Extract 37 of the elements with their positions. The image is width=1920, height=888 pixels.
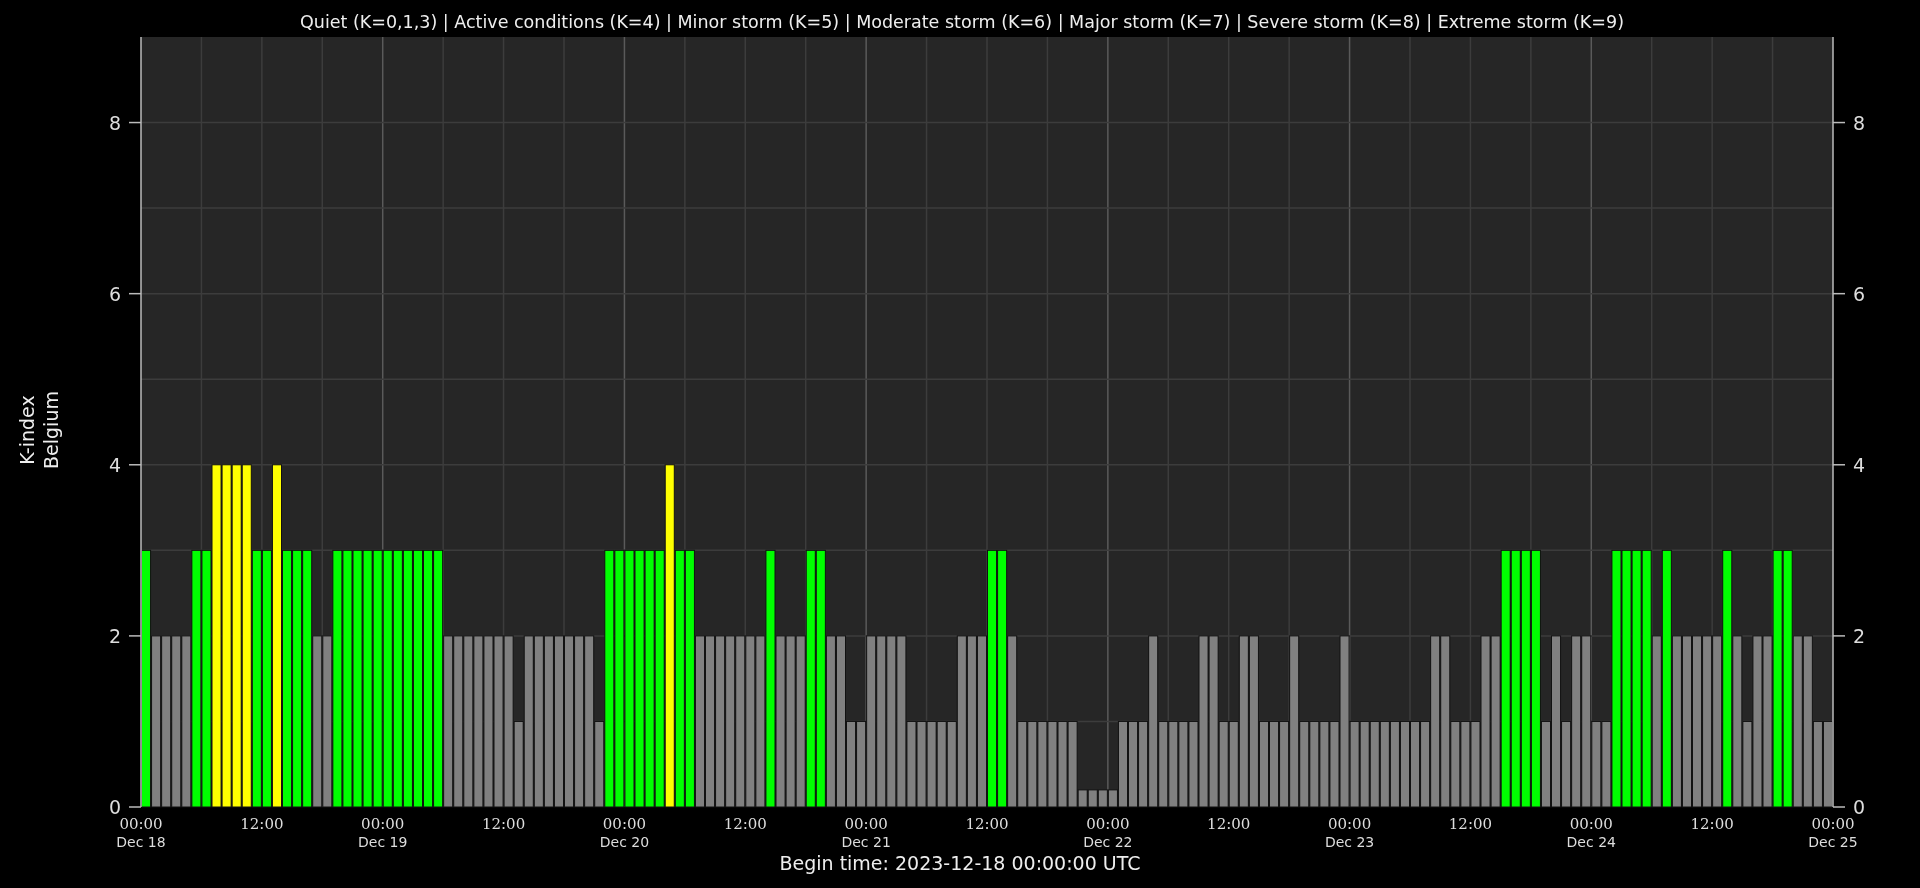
date-label: Dec 22 bbox=[1083, 834, 1133, 850]
y-axis-title: K-index bbox=[16, 395, 38, 465]
x-tick-label: 00:00 bbox=[361, 815, 405, 833]
x-tick-label: 00:00 bbox=[119, 815, 163, 833]
date-label: Dec 20 bbox=[599, 834, 650, 850]
x-tick-label: 12:00 bbox=[240, 815, 284, 833]
y-tick-label: 8 bbox=[108, 111, 121, 134]
x-tick-label: 12:00 bbox=[1207, 815, 1251, 833]
chart-title: Quiet (K=0,1,3) | Active conditions (K=4) | Minor storm (K=5) | Moderate storm (K=6) | Major storm (K=7) | Severe storm (K=8) | Extreme storm (K=9) bbox=[300, 12, 1624, 32]
x-tick-label: 12:00 bbox=[965, 815, 1009, 833]
y-tick-label: 4 bbox=[108, 453, 121, 476]
x-tick-label: 00:00 bbox=[1811, 815, 1855, 833]
date-label: Dec 24 bbox=[1566, 834, 1616, 850]
y-tick-label: 8 bbox=[1853, 111, 1866, 134]
x-tick-label: 00:00 bbox=[1327, 815, 1372, 833]
date-label: Dec 23 bbox=[1324, 834, 1375, 850]
x-tick-label: 00:00 bbox=[1086, 815, 1130, 833]
x-tick-label: 00:00 bbox=[844, 815, 888, 833]
y-tick-label: 2 bbox=[108, 624, 121, 647]
y-tick-label: 0 bbox=[1853, 796, 1866, 818]
date-label: Dec 25 bbox=[1808, 834, 1858, 850]
x-tick-label: 00:00 bbox=[1569, 815, 1613, 833]
x-tick-label: 12:00 bbox=[1448, 815, 1493, 833]
y-tick-label: 0 bbox=[108, 796, 121, 818]
y-tick-label: 2 bbox=[1853, 624, 1866, 647]
date-label: Dec 18 bbox=[116, 834, 166, 850]
x-tick-label: 12:00 bbox=[723, 815, 767, 833]
x-axis-title: Begin time: 2023-12-18 00:00:00 UTC bbox=[779, 852, 1141, 874]
x-tick-label: 00:00 bbox=[602, 815, 647, 833]
y-tick-label: 4 bbox=[1853, 453, 1866, 476]
y-tick-label: 6 bbox=[1853, 282, 1866, 305]
y-tick-label: 6 bbox=[108, 282, 121, 305]
x-tick-label: 12:00 bbox=[1690, 815, 1734, 833]
date-label: Dec 19 bbox=[358, 834, 408, 850]
x-tick-label: 12:00 bbox=[481, 815, 526, 833]
date-label: Dec 21 bbox=[841, 834, 891, 850]
y-axis-title: Belgium bbox=[40, 391, 62, 469]
